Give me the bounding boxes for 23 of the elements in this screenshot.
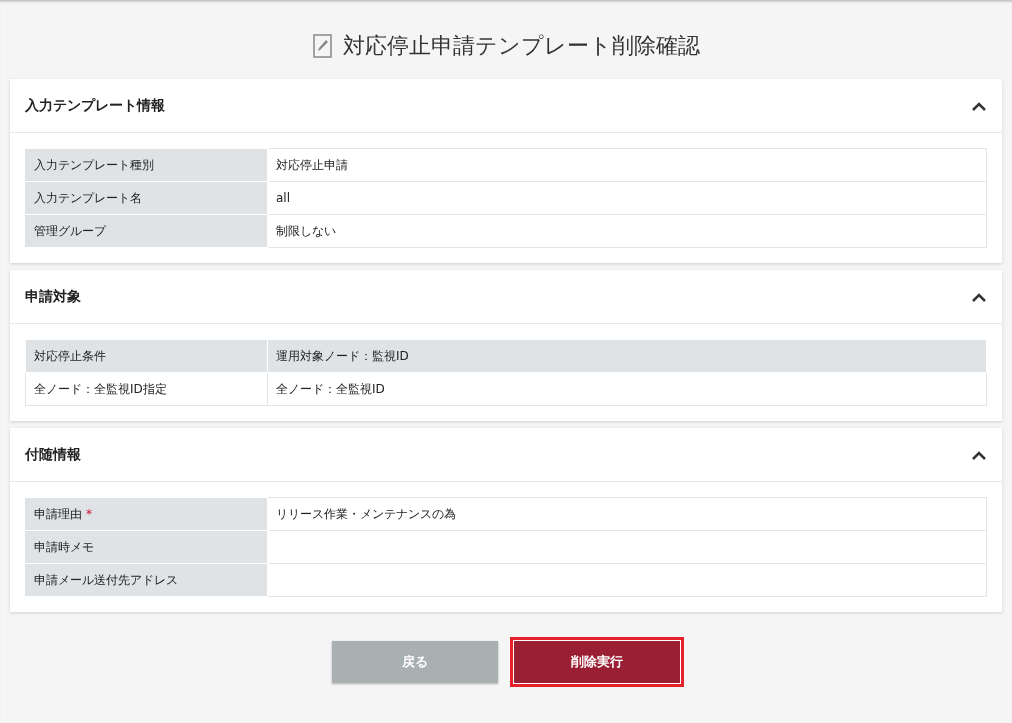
- chevron-up-icon[interactable]: [971, 449, 987, 460]
- field-label: 申請時メモ: [34, 539, 94, 554]
- column-header: 運用対象ノード：監視ID: [267, 339, 987, 373]
- chevron-up-icon[interactable]: [971, 291, 987, 302]
- column-header: 対応停止条件: [25, 339, 268, 373]
- section-title: 申請対象: [25, 287, 81, 306]
- field-value: all: [267, 181, 987, 215]
- field-label: 申請メール送付先アドレス: [34, 572, 178, 587]
- table-cell: 全ノード：全監視ID: [267, 372, 987, 406]
- field-label: 入力テンプレート種別: [34, 157, 154, 172]
- field-label: 管理グループ: [34, 223, 106, 238]
- section-title: 付随情報: [25, 445, 81, 464]
- edit-icon: [312, 33, 333, 58]
- section-title: 入力テンプレート情報: [25, 96, 165, 115]
- field-label: 申請理由: [34, 506, 82, 521]
- chevron-up-icon[interactable]: [971, 100, 987, 111]
- table-cell: 全ノード：全監視ID指定: [25, 372, 268, 406]
- required-mark: *: [86, 506, 92, 521]
- field-value: リリース作業・メンテナンスの為: [267, 497, 987, 531]
- field-value: 制限しない: [267, 214, 987, 248]
- page-title: 対応停止申請テンプレート削除確認: [342, 31, 700, 60]
- field-value: 対応停止申請: [267, 148, 987, 182]
- field-label: 入力テンプレート名: [34, 190, 142, 205]
